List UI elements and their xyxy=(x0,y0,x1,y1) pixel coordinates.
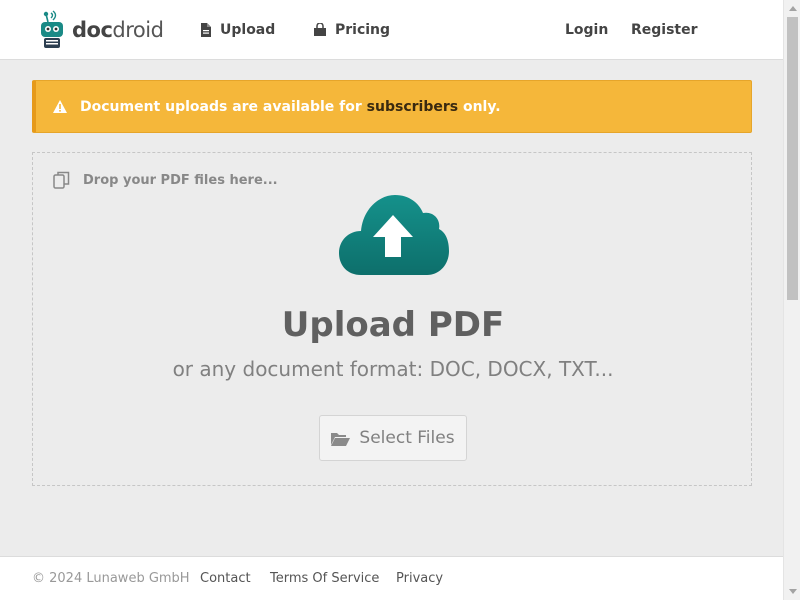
scrollbar-thumb[interactable] xyxy=(787,17,798,300)
drop-hint-label: Drop your PDF files here... xyxy=(83,172,278,188)
nav-login-link[interactable]: Login xyxy=(565,20,608,40)
logo-text-bold: doc xyxy=(72,18,113,42)
logo-text: docdroid xyxy=(72,18,164,42)
cloud-upload-icon xyxy=(339,195,449,275)
nav-upload-label: Upload xyxy=(220,22,276,38)
nav-register-label: Register xyxy=(631,22,698,38)
subscriber-alert: Document uploads are available for subsc… xyxy=(32,80,752,133)
upload-subtitle: or any document format: DOC, DOCX, TXT..… xyxy=(172,357,614,381)
top-navbar: docdroid Upload Pricing Login Register xyxy=(0,0,783,60)
shopping-bag-icon xyxy=(314,23,326,36)
footer-privacy-link[interactable]: Privacy xyxy=(396,571,443,586)
alert-text-prefix: Document uploads are available for xyxy=(80,98,367,115)
alert-text: Document uploads are available for subsc… xyxy=(80,99,501,115)
copy-files-icon xyxy=(53,171,70,189)
drop-hint: Drop your PDF files here... xyxy=(53,171,278,189)
file-dropzone[interactable]: Drop your PDF files here... Upload PDF o… xyxy=(32,152,752,486)
select-files-button[interactable]: Select Files xyxy=(319,415,467,461)
file-icon xyxy=(201,23,211,37)
folder-open-icon xyxy=(331,432,351,446)
logo-text-normal: droid xyxy=(112,18,164,42)
nav-upload-link[interactable]: Upload xyxy=(200,20,275,40)
select-files-label: Select Files xyxy=(359,428,455,448)
vertical-scrollbar[interactable] xyxy=(783,0,800,600)
footer-copyright: © 2024 Lunaweb GmbH xyxy=(32,571,190,586)
footer-contact-link[interactable]: Contact xyxy=(200,571,251,586)
footer: © 2024 Lunaweb GmbH Contact Terms Of Ser… xyxy=(0,556,783,600)
scroll-up-arrow-icon[interactable] xyxy=(784,0,800,17)
upload-title: Upload PDF xyxy=(281,305,505,345)
alert-text-highlight: subscribers xyxy=(366,98,459,115)
nav-register-link[interactable]: Register xyxy=(631,20,698,40)
robot-logo-icon xyxy=(41,10,63,48)
scroll-down-arrow-icon[interactable] xyxy=(784,583,800,600)
footer-terms-link[interactable]: Terms Of Service xyxy=(270,571,379,586)
nav-login-label: Login xyxy=(565,22,609,38)
nav-pricing-label: Pricing xyxy=(335,22,391,38)
nav-pricing-link[interactable]: Pricing xyxy=(313,20,390,40)
page: docdroid Upload Pricing Login Register D… xyxy=(0,0,783,600)
docdroid-logo[interactable]: docdroid xyxy=(38,10,164,50)
alert-text-suffix: only. xyxy=(458,98,501,115)
warning-icon xyxy=(53,100,67,113)
